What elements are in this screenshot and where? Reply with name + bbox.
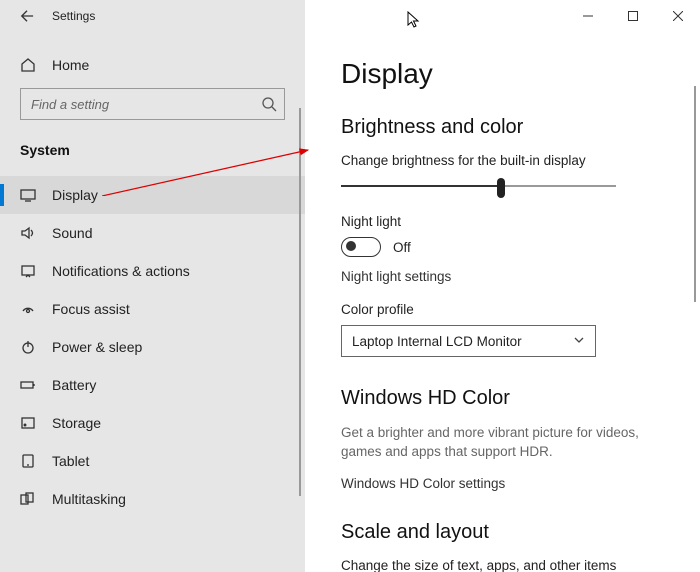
- hd-color-settings-link[interactable]: Windows HD Color settings: [341, 476, 664, 491]
- night-light-label: Night light: [341, 214, 664, 229]
- display-icon: [20, 187, 36, 203]
- sound-icon: [20, 225, 36, 241]
- close-button[interactable]: [655, 0, 700, 32]
- search-icon: [261, 96, 277, 112]
- notifications-icon: [20, 263, 36, 279]
- sidebar-item-label: Focus assist: [52, 301, 130, 317]
- night-light-state: Off: [393, 240, 411, 255]
- content-scrollbar[interactable]: [694, 86, 696, 302]
- sidebar-item-label: Power & sleep: [52, 339, 142, 355]
- home-icon: [20, 57, 36, 73]
- sidebar-item-label: Sound: [52, 225, 92, 241]
- slider-fill: [341, 185, 501, 187]
- page-title: Display: [341, 58, 664, 90]
- sidebar-item-tablet[interactable]: Tablet: [0, 442, 305, 480]
- sidebar-item-power-sleep[interactable]: Power & sleep: [0, 328, 305, 366]
- back-icon[interactable]: [20, 9, 34, 23]
- color-profile-label: Color profile: [341, 302, 664, 317]
- hd-color-description: Get a brighter and more vibrant picture …: [341, 424, 664, 462]
- brightness-label: Change brightness for the built-in displ…: [341, 153, 664, 168]
- sidebar-scrollbar[interactable]: [299, 108, 301, 497]
- brightness-slider[interactable]: [341, 176, 616, 196]
- sidebar-item-label: Tablet: [52, 453, 89, 469]
- section-scale-layout: Scale and layout: [341, 521, 664, 544]
- search-input[interactable]: [20, 88, 285, 120]
- chevron-down-icon: [573, 334, 585, 349]
- scale-description: Change the size of text, apps, and other…: [341, 558, 664, 572]
- sidebar-item-label: Notifications & actions: [52, 263, 190, 279]
- sidebar-item-display[interactable]: Display: [0, 176, 305, 214]
- section-hd-color: Windows HD Color: [341, 387, 664, 410]
- slider-thumb[interactable]: [497, 178, 505, 198]
- sidebar-item-label: Multitasking: [52, 491, 126, 507]
- maximize-button[interactable]: [610, 0, 655, 32]
- focus-assist-icon: [20, 301, 36, 317]
- sidebar-home[interactable]: Home: [0, 46, 305, 84]
- sidebar-item-sound[interactable]: Sound: [0, 214, 305, 252]
- color-profile-select[interactable]: Laptop Internal LCD Monitor: [341, 325, 596, 357]
- search-field[interactable]: [20, 88, 285, 120]
- sidebar-item-battery[interactable]: Battery: [0, 366, 305, 404]
- sidebar-item-label: Display: [52, 187, 98, 203]
- multitasking-icon: [20, 491, 36, 507]
- content-pane: Display Brightness and color Change brig…: [305, 32, 700, 572]
- sidebar-item-notifications[interactable]: Notifications & actions: [0, 252, 305, 290]
- titlebar: Settings: [0, 0, 700, 32]
- section-brightness-color: Brightness and color: [341, 116, 664, 139]
- minimize-button[interactable]: [565, 0, 610, 32]
- window-title: Settings: [52, 9, 95, 23]
- sidebar: Home System Display Sound Notifications …: [0, 32, 305, 572]
- sidebar-category: System: [0, 134, 305, 176]
- night-light-toggle[interactable]: [341, 237, 381, 257]
- sidebar-item-label: Storage: [52, 415, 101, 431]
- power-icon: [20, 339, 36, 355]
- storage-icon: [20, 415, 36, 431]
- sidebar-home-label: Home: [52, 57, 89, 73]
- night-light-settings-link[interactable]: Night light settings: [341, 269, 664, 284]
- toggle-knob: [346, 241, 356, 251]
- tablet-icon: [20, 453, 36, 469]
- sidebar-item-label: Battery: [52, 377, 96, 393]
- sidebar-item-focus-assist[interactable]: Focus assist: [0, 290, 305, 328]
- color-profile-value: Laptop Internal LCD Monitor: [352, 334, 522, 349]
- sidebar-item-storage[interactable]: Storage: [0, 404, 305, 442]
- sidebar-item-multitasking[interactable]: Multitasking: [0, 480, 305, 518]
- battery-icon: [20, 377, 36, 393]
